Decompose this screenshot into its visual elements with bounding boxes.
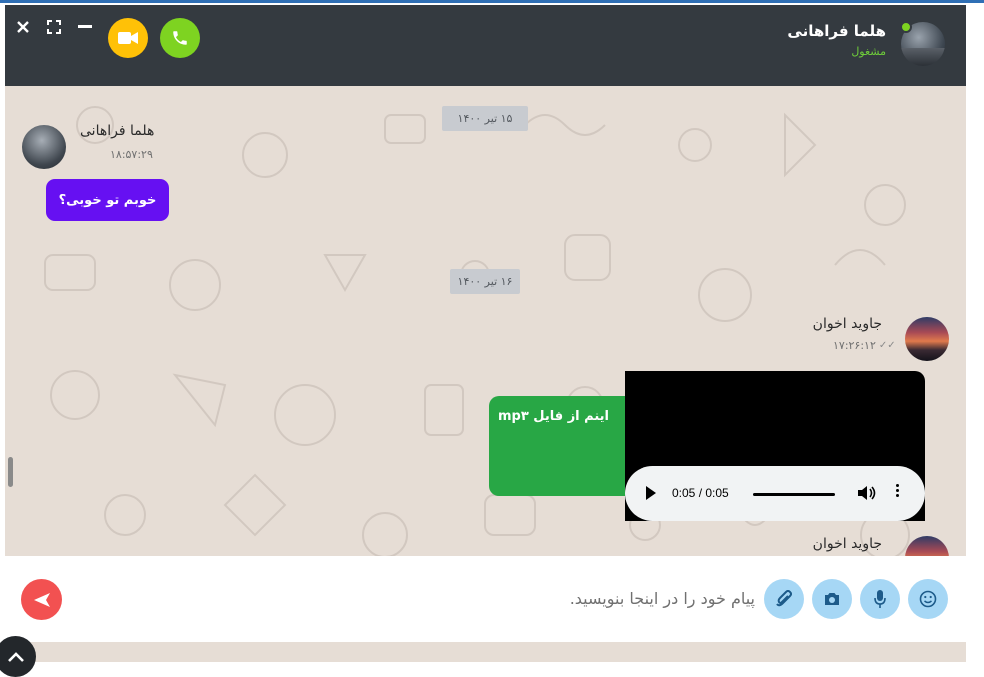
message-sender: جاوید اخوان: [812, 536, 882, 552]
double-check-icon: ✓✓: [878, 340, 896, 351]
contact-status: مشغول: [851, 45, 886, 58]
avatar: [22, 125, 66, 169]
expand-icon[interactable]: [46, 19, 62, 35]
message-composer: [5, 556, 966, 642]
date-separator: ۱۵ تیر ۱۴۰۰: [442, 106, 528, 131]
audio-player[interactable]: 0:05 / 0:05: [625, 466, 925, 521]
emoji-button[interactable]: [908, 579, 948, 619]
message-sender: جاوید اخوان: [812, 316, 882, 332]
smile-icon: [919, 590, 937, 608]
message-sender: هلما فراهانی: [80, 123, 155, 139]
paperclip-icon: [776, 590, 792, 607]
message-time: ۱۸:۵۷:۲۹: [110, 148, 153, 161]
close-icon[interactable]: [15, 19, 31, 35]
video-call-button[interactable]: [108, 18, 148, 58]
page-top-accent-line: [0, 0, 984, 3]
audio-progress-track[interactable]: [753, 493, 835, 496]
camera-icon: [825, 593, 839, 605]
contact-name: هلما فراهانی: [787, 22, 886, 40]
scrollbar-thumb[interactable]: [8, 457, 13, 487]
camera-button[interactable]: [812, 579, 852, 619]
message-bubble: خوبم تو خوبی؟: [46, 179, 169, 221]
date-separator: ۱۶ تیر ۱۴۰۰: [450, 269, 520, 294]
message-time-value: ۱۷:۲۶:۱۲: [833, 339, 876, 352]
minimize-icon[interactable]: [77, 19, 93, 35]
message-text: اینم از فایل mp۳: [497, 409, 609, 424]
scroll-to-top-button[interactable]: [0, 636, 36, 677]
online-indicator: [900, 21, 912, 33]
voice-call-button[interactable]: [160, 18, 200, 58]
microphone-icon: [874, 590, 886, 608]
video-camera-icon: [118, 32, 138, 44]
chevron-up-icon: [7, 651, 24, 662]
microphone-button[interactable]: [860, 579, 900, 619]
audio-time: 0:05 / 0:05: [672, 486, 729, 500]
send-icon: [33, 592, 50, 607]
send-button[interactable]: [21, 579, 62, 620]
chat-bottom-strip: [5, 642, 966, 662]
avatar: [905, 317, 949, 361]
attach-button[interactable]: [764, 579, 804, 619]
volume-icon[interactable]: [858, 485, 876, 501]
message-input[interactable]: [105, 578, 755, 618]
more-options-icon[interactable]: [896, 484, 899, 497]
phone-icon: [173, 31, 187, 45]
message-time: ✓✓ ۱۷:۲۶:۱۲: [833, 339, 896, 352]
chat-header: هلما فراهانی مشغول: [5, 5, 966, 86]
play-icon[interactable]: [646, 486, 656, 500]
